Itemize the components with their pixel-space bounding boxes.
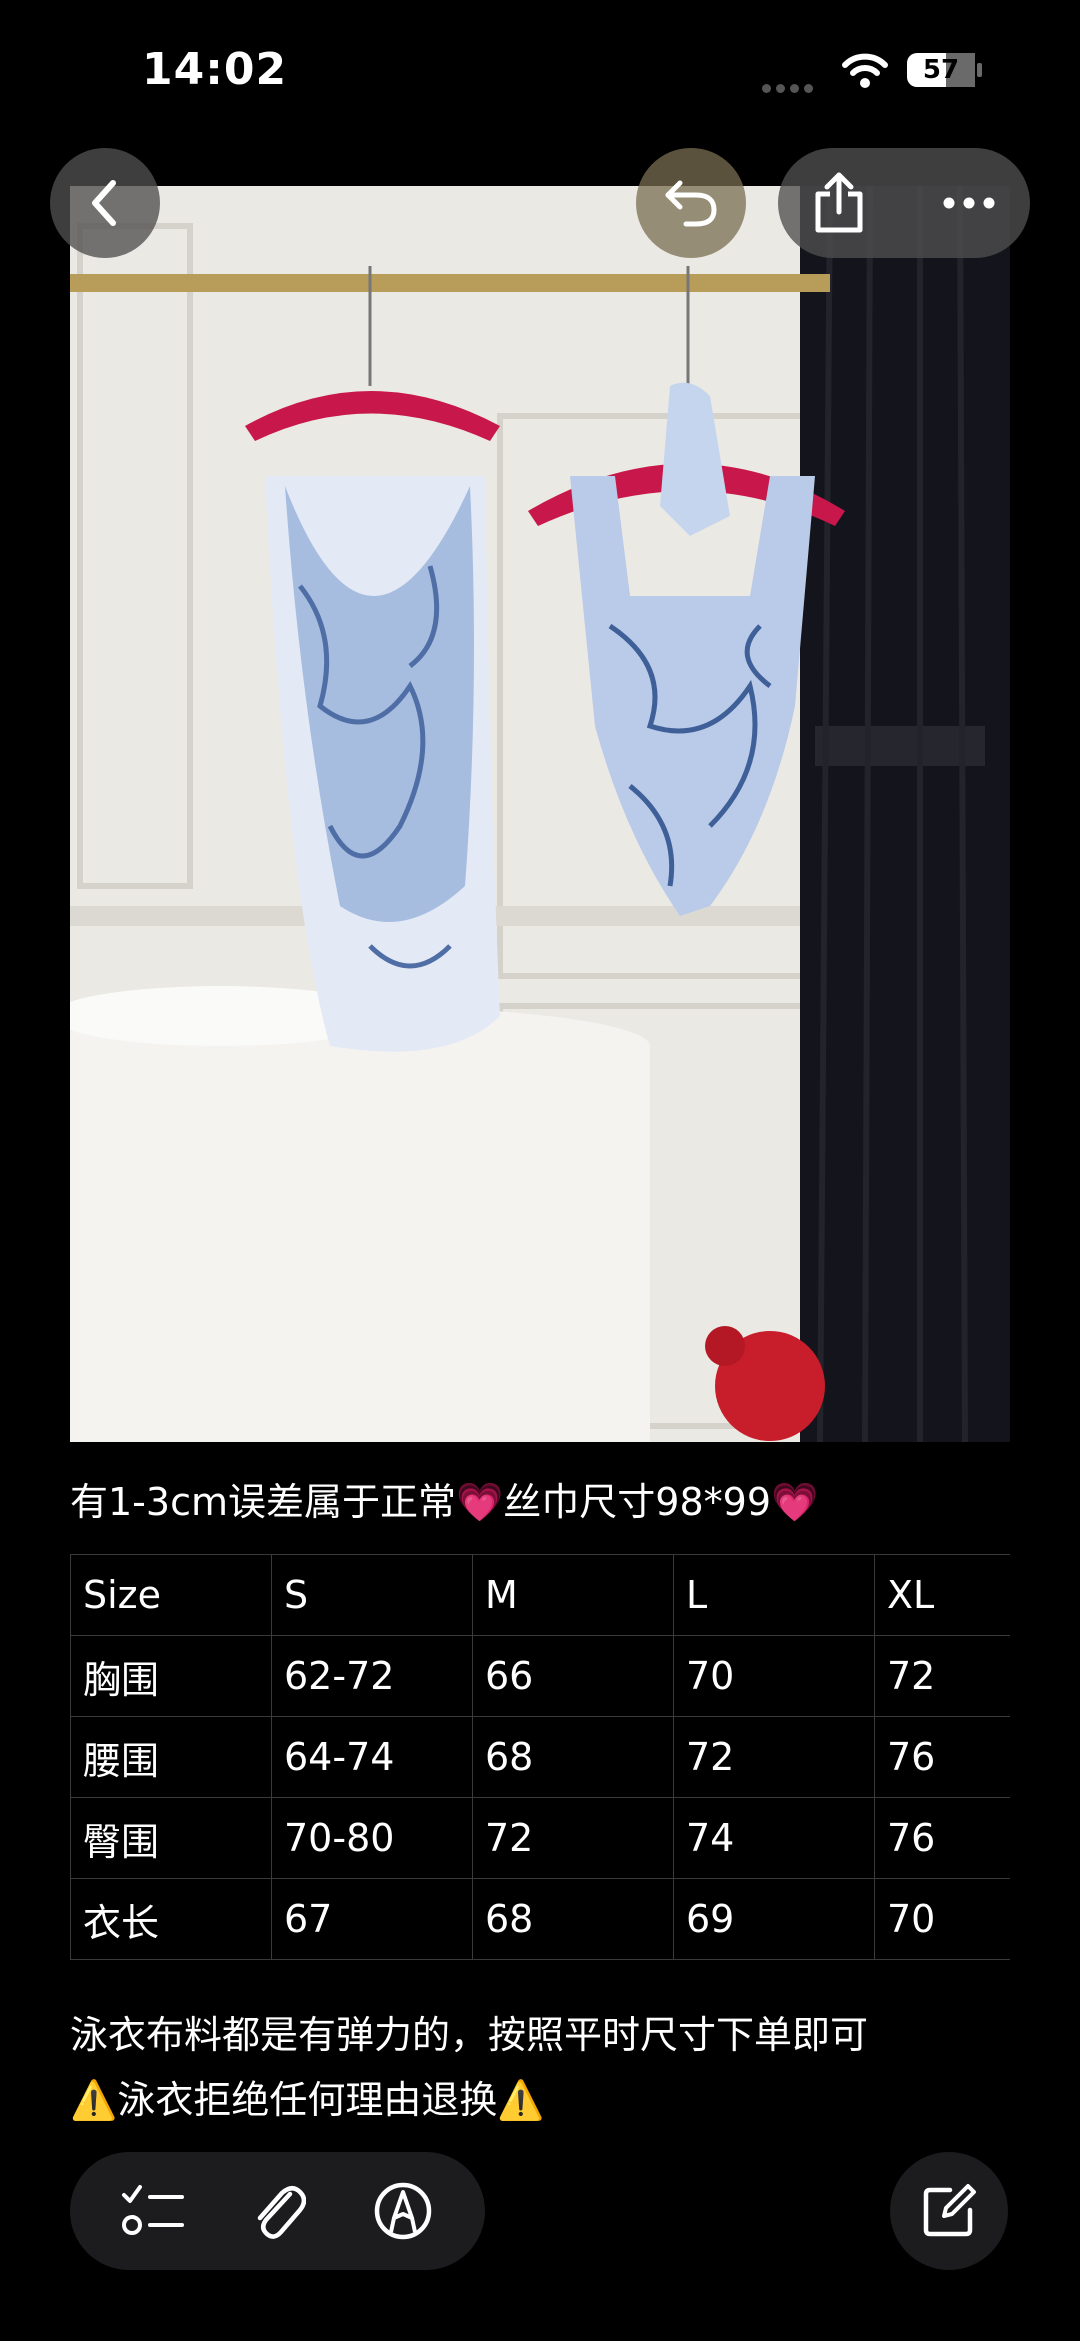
table-cell: 66 — [472, 1635, 674, 1717]
checklist-icon — [121, 2185, 184, 2235]
note-no-returns[interactable]: ⚠️泳衣拒绝任何理由退换⚠️ — [70, 2074, 545, 2126]
table-cell: 68 — [472, 1878, 674, 1960]
size-table: Size S M L XL 胸围 62-72 66 70 72 腰围 64-74… — [70, 1554, 1010, 1960]
table-cell: 76 — [874, 1797, 1010, 1879]
table-cell: 69 — [673, 1878, 875, 1960]
table-header-cell: M — [472, 1554, 674, 1636]
note-stretch-fabric[interactable]: 泳衣布料都是有弹力的，按照平时尺寸下单即可 — [70, 2009, 868, 2061]
table-cell: 62-72 — [271, 1635, 473, 1717]
undo-icon — [665, 180, 717, 227]
more-icon[interactable] — [942, 196, 996, 210]
table-cell: 70 — [874, 1878, 1010, 1960]
table-row: 臀围 70-80 72 74 76 — [70, 1797, 1010, 1879]
markup-pen-icon — [374, 2182, 431, 2240]
table-header-row: Size S M L XL — [70, 1554, 1010, 1636]
table-cell: 70 — [673, 1635, 875, 1717]
table-header-cell: XL — [874, 1554, 1010, 1636]
table-cell: 74 — [673, 1797, 875, 1879]
checklist-button[interactable] — [120, 2178, 186, 2244]
table-cell: 76 — [874, 1716, 1010, 1798]
chevron-left-icon — [92, 180, 116, 226]
cellular-signal-icon — [762, 78, 818, 97]
note-size-tolerance[interactable]: 有1-3cm误差属于正常💗丝巾尺寸98*99💗 — [70, 1476, 818, 1528]
table-cell: 67 — [271, 1878, 473, 1960]
back-button[interactable] — [50, 148, 160, 258]
table-row: 腰围 64-74 68 72 76 — [70, 1716, 1010, 1798]
status-bar: 14:02 57 — [0, 0, 1080, 140]
compose-button[interactable] — [890, 2152, 1008, 2270]
table-cell: 臀围 — [70, 1797, 272, 1879]
table-cell: 衣长 — [70, 1878, 272, 1960]
attachment-button[interactable] — [245, 2178, 311, 2244]
bottom-toolbar — [70, 2152, 485, 2270]
table-header-cell: Size — [70, 1554, 272, 1636]
wifi-icon — [842, 53, 888, 88]
battery-icon: 57 — [906, 52, 984, 88]
table-cell: 68 — [472, 1716, 674, 1798]
product-photo[interactable] — [70, 186, 1010, 1442]
undo-button[interactable] — [636, 148, 746, 258]
share-icon[interactable] — [812, 172, 866, 234]
table-cell: 64-74 — [271, 1716, 473, 1798]
battery-level: 57 — [922, 55, 960, 85]
table-header-cell: S — [271, 1554, 473, 1636]
table-cell: 72 — [472, 1797, 674, 1879]
table-header-cell: L — [673, 1554, 875, 1636]
status-time: 14:02 — [142, 44, 288, 95]
table-cell: 72 — [673, 1716, 875, 1798]
table-cell: 腰围 — [70, 1716, 272, 1798]
table-cell: 70-80 — [271, 1797, 473, 1879]
markup-button[interactable] — [370, 2178, 436, 2244]
table-cell: 72 — [874, 1635, 1010, 1717]
actions-group — [778, 148, 1030, 258]
table-row: 胸围 62-72 66 70 72 — [70, 1635, 1010, 1717]
table-row: 衣长 67 68 69 70 — [70, 1878, 1010, 1960]
table-cell: 胸围 — [70, 1635, 272, 1717]
compose-icon — [923, 2184, 976, 2237]
paperclip-icon — [257, 2186, 306, 2239]
